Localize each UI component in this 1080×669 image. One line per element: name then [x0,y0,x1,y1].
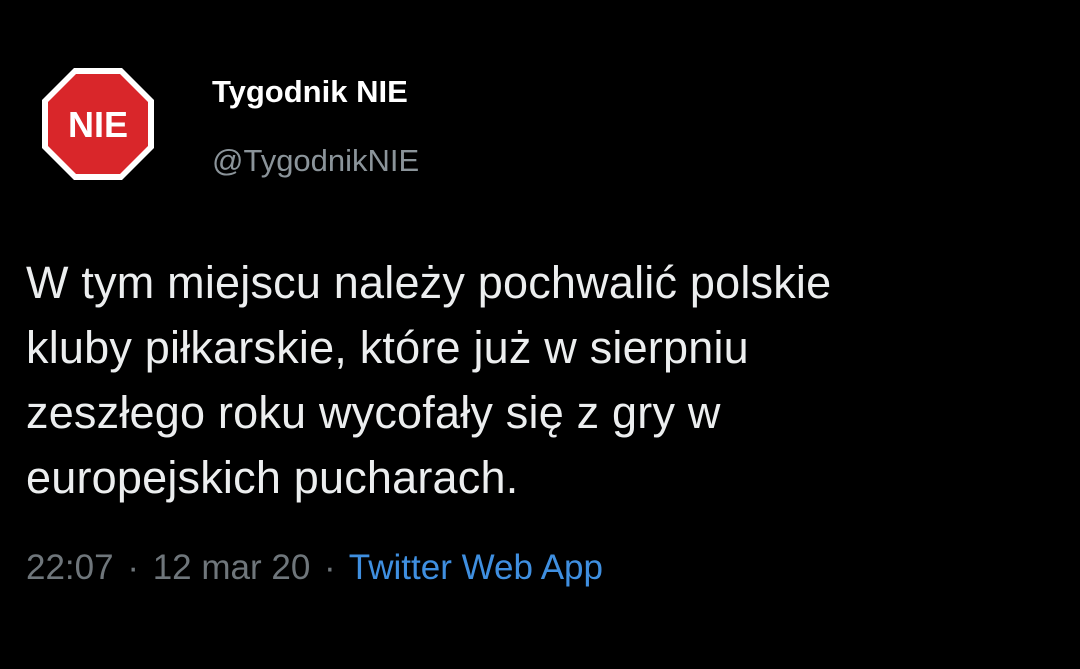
account-handle[interactable]: @TygodnikNIE [212,143,419,179]
display-name[interactable]: Tygodnik NIE [212,74,408,110]
tweet-text-line: W tym miejscu należy pochwalić polskie [26,257,832,308]
tweet-card: NIE Tygodnik NIE @TygodnikNIE W tym miej… [0,0,1080,669]
separator-dot: · [324,548,336,587]
tweet-metadata: 22:07 · 12 mar 20 · Twitter Web App [26,548,603,588]
tweet-text: W tym miejscu należy pochwalić polskie k… [26,250,1076,510]
tweet-text-line: europejskich pucharach. [26,452,519,503]
stop-sign-logo-icon: NIE [42,68,154,180]
tweet-time[interactable]: 22:07 [26,548,114,587]
tweet-date[interactable]: 12 mar 20 [153,548,311,587]
avatar[interactable]: NIE [40,66,156,182]
tweet-text-line: kluby piłkarskie, które już w sierpniu [26,322,749,373]
separator-dot: · [127,548,139,587]
avatar-logo-text: NIE [68,104,128,145]
tweet-text-line: zeszłego roku wycofały się z gry w [26,387,721,438]
tweet-source-link[interactable]: Twitter Web App [349,548,603,587]
